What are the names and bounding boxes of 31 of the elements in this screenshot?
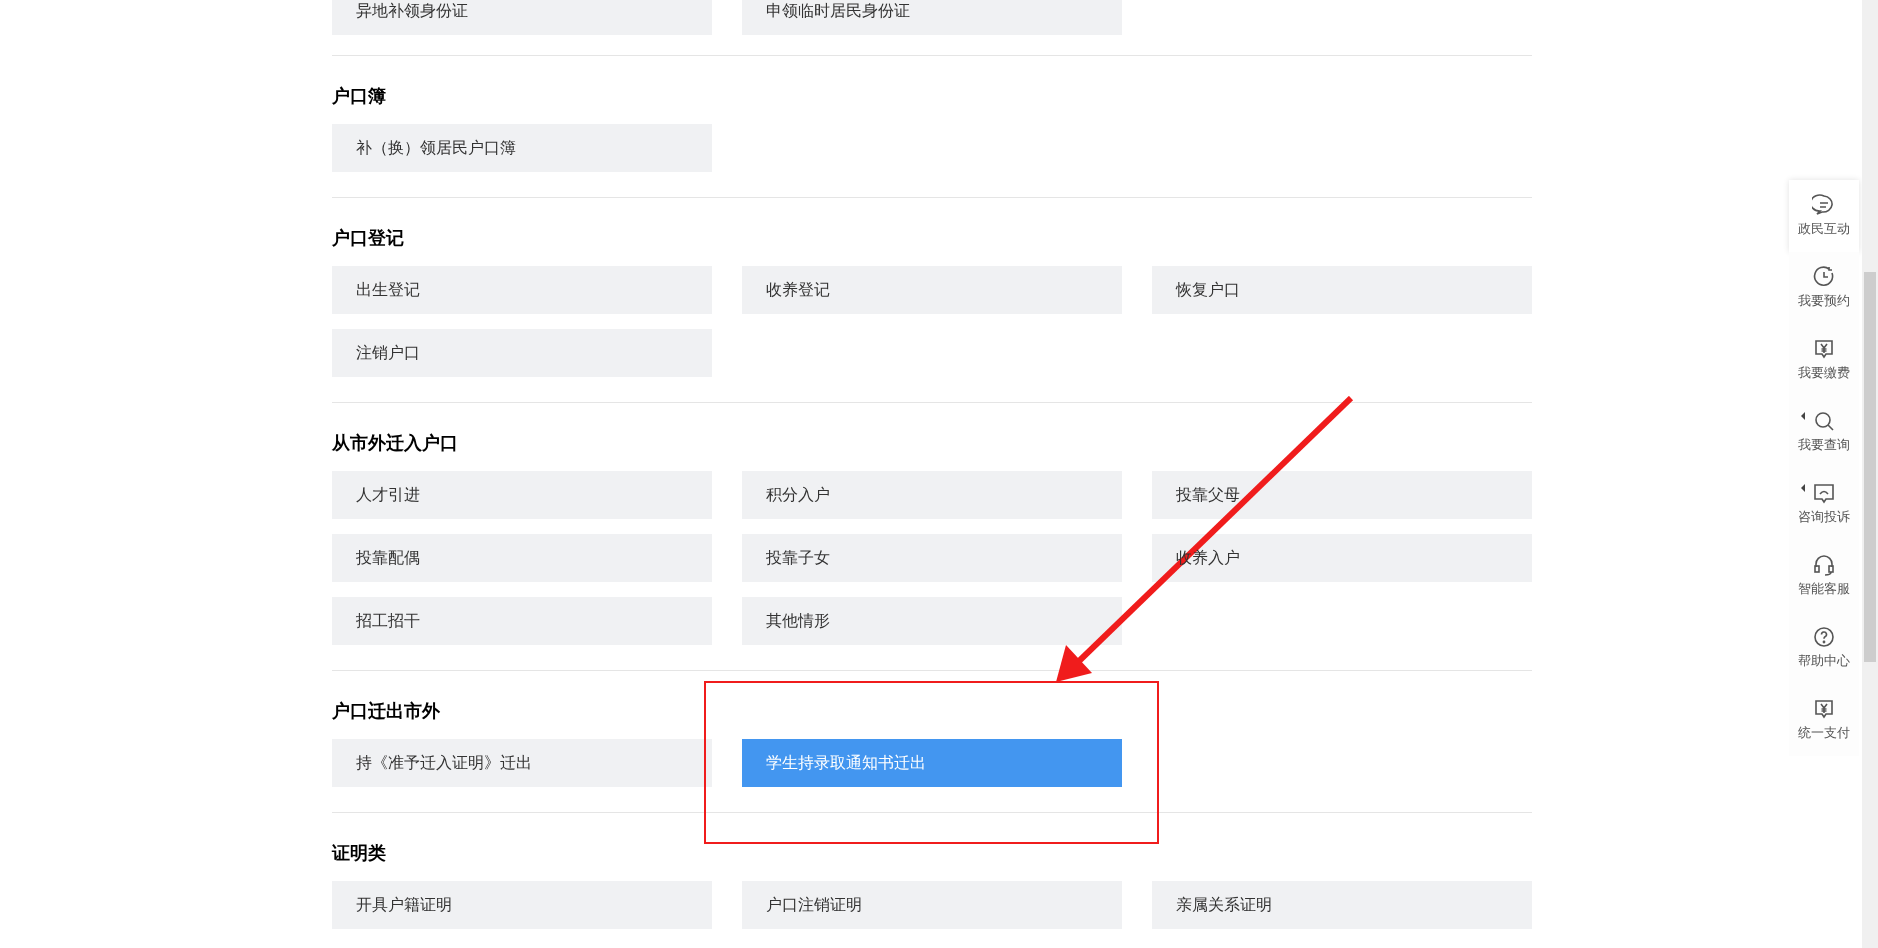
service-item[interactable]: 投靠父母 bbox=[1152, 471, 1532, 519]
service-item[interactable]: 持《准予迁入证明》迁出 bbox=[332, 739, 712, 787]
service-item[interactable]: 开具户籍证明 bbox=[332, 881, 712, 929]
caret-icon bbox=[1801, 412, 1805, 420]
service-item[interactable]: 投靠子女 bbox=[742, 534, 1122, 582]
section-heading: 户口登记 bbox=[332, 227, 405, 249]
caret-icon bbox=[1801, 484, 1805, 492]
service-item[interactable]: 补（换）领居民户口簿 bbox=[332, 124, 712, 172]
chat-bubble-icon bbox=[1812, 193, 1836, 218]
service-item[interactable]: 积分入户 bbox=[742, 471, 1122, 519]
section-heading: 证明类 bbox=[332, 842, 387, 864]
section-heading: 户口迁出市外 bbox=[332, 700, 441, 722]
headset-icon bbox=[1812, 553, 1836, 578]
service-item[interactable]: 其他情形 bbox=[742, 597, 1122, 645]
service-item[interactable]: 亲属关系证明 bbox=[1152, 881, 1532, 929]
service-item[interactable]: 招工招干 bbox=[332, 597, 712, 645]
service-item[interactable]: 收养登记 bbox=[742, 266, 1122, 314]
service-item[interactable]: 人才引进 bbox=[332, 471, 712, 519]
message-screen-icon bbox=[1812, 481, 1836, 506]
help-icon bbox=[1812, 625, 1836, 650]
sidebar-item[interactable]: 政民互动 bbox=[1789, 180, 1859, 252]
service-item[interactable]: 恢复户口 bbox=[1152, 266, 1532, 314]
service-item[interactable]: 投靠配偶 bbox=[332, 534, 712, 582]
service-item[interactable]: 注销户口 bbox=[332, 329, 712, 377]
scrollbar-thumb[interactable] bbox=[1864, 272, 1876, 662]
service-item[interactable]: 异地补领身份证 bbox=[332, 0, 712, 35]
service-item[interactable]: 出生登记 bbox=[332, 266, 712, 314]
service-item[interactable]: 申领临时居民身份证 bbox=[742, 0, 1122, 35]
section-heading: 户口簿 bbox=[332, 85, 387, 107]
service-item[interactable]: 户口注销证明 bbox=[742, 881, 1122, 929]
section-heading: 从市外迁入户口 bbox=[332, 432, 459, 454]
